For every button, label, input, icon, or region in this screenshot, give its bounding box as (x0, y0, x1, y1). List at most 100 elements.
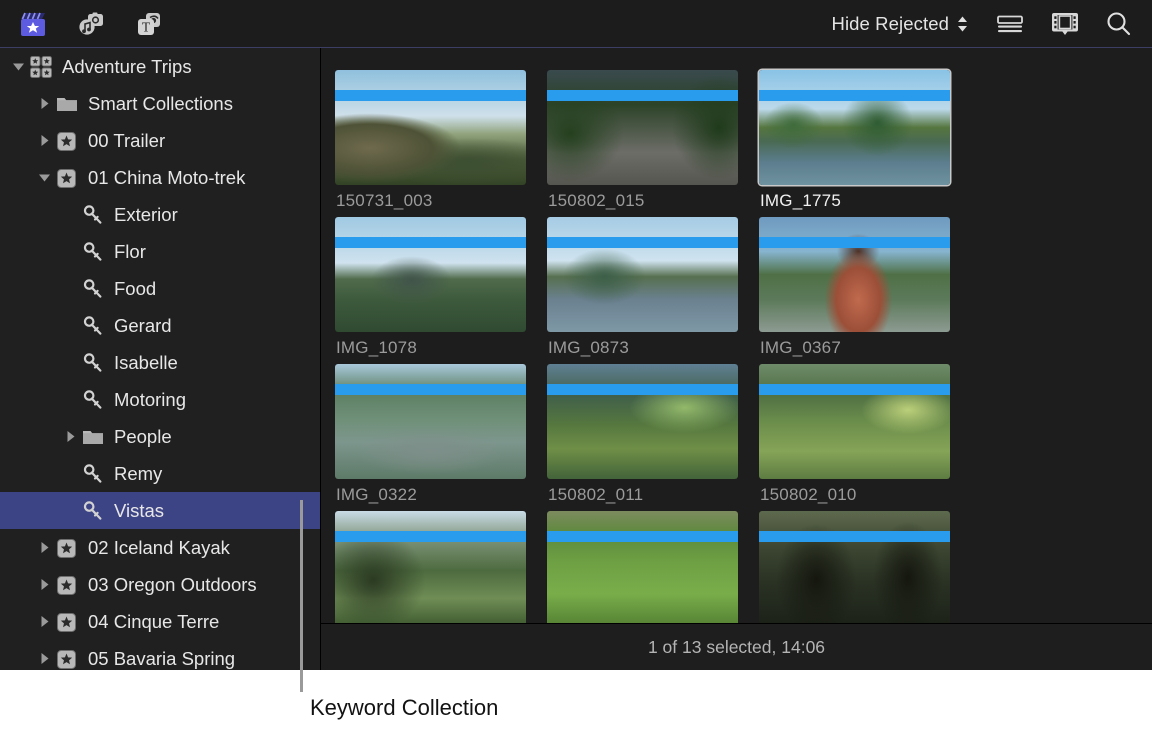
disclosure-triangle-right-icon[interactable] (34, 540, 54, 555)
clip-cell[interactable]: IMG_1775 (759, 70, 971, 217)
sidebar-item-isabelle[interactable]: Isabelle (0, 344, 320, 381)
event-star-icon (54, 648, 80, 670)
clip-name-label: IMG_1775 (760, 191, 841, 211)
sidebar-item-food[interactable]: Food (0, 270, 320, 307)
disclosure-triangle-down-icon[interactable] (8, 59, 28, 74)
sidebar-item-gerard[interactable]: Gerard (0, 307, 320, 344)
event-star-icon (54, 574, 80, 596)
toolbar-left-group: T (0, 10, 164, 38)
sidebar-item-label: Flor (106, 241, 146, 263)
sidebar-item-label: 05 Bavaria Spring (80, 648, 235, 670)
clip-thumbnail[interactable] (547, 364, 738, 479)
clip-name-label: 150731_003 (336, 191, 433, 211)
disclosure-triangle-right-icon[interactable] (34, 96, 54, 111)
keyword-icon (80, 204, 106, 226)
clip-cell[interactable]: IMG_0322 (335, 364, 547, 511)
sidebar-item-motoring[interactable]: Motoring (0, 381, 320, 418)
sidebar-item-00-trailer[interactable]: 00 Trailer (0, 122, 320, 159)
clip-cell[interactable] (335, 511, 547, 623)
keyword-range-bar (547, 531, 738, 542)
clip-thumbnail[interactable] (335, 511, 526, 623)
selection-status-text: 1 of 13 selected, 14:06 (648, 637, 825, 658)
filmstrip-grid: 150731_003 150802_015 IMG_1775 IMG_1078 IMG_… (335, 70, 971, 623)
sidebar-item-flor[interactable]: Flor (0, 233, 320, 270)
clip-cell[interactable] (759, 511, 971, 623)
clip-cell[interactable]: 150731_003 (335, 70, 547, 217)
hide-rejected-label: Hide Rejected (831, 13, 949, 35)
photos-audio-icon[interactable] (76, 10, 106, 38)
clip-thumbnail[interactable] (759, 511, 950, 623)
clip-name-label: IMG_1078 (336, 338, 417, 358)
toolbar-right-group: Hide Rejected (831, 10, 1152, 37)
callout-leader-line (300, 500, 303, 692)
sidebar-item-label: 01 China Moto-trek (80, 167, 245, 189)
clip-thumbnail[interactable] (759, 217, 950, 332)
keyword-range-bar (547, 237, 738, 248)
event-star-icon (54, 537, 80, 559)
clip-cell[interactable] (547, 511, 759, 623)
library-clapperboard-icon[interactable] (18, 10, 48, 38)
keyword-icon (80, 315, 106, 337)
sidebar-item-label: 03 Oregon Outdoors (80, 574, 257, 596)
clip-thumbnail[interactable] (335, 364, 526, 479)
clip-thumbnail[interactable] (335, 70, 526, 185)
sidebar-item-people[interactable]: People (0, 418, 320, 455)
clip-filmstrip-image (335, 511, 526, 623)
disclosure-triangle-right-icon[interactable] (34, 651, 54, 666)
sidebar-item-label: People (106, 426, 172, 448)
sidebar-item-01-china-moto-trek[interactable]: 01 China Moto-trek (0, 159, 320, 196)
sidebar-item-vistas[interactable]: Vistas (0, 492, 320, 529)
list-view-icon[interactable] (995, 13, 1025, 35)
titles-generators-icon[interactable]: T (134, 10, 164, 38)
clip-filmstrip-image (759, 511, 950, 623)
clip-name-label: 150802_015 (548, 191, 645, 211)
disclosure-triangle-down-icon[interactable] (34, 170, 54, 185)
library-icon (28, 55, 54, 79)
keyword-range-bar (759, 531, 950, 542)
clip-name-label: IMG_0873 (548, 338, 629, 358)
disclosure-triangle-right-icon[interactable] (60, 429, 80, 444)
clip-cell[interactable]: 150802_010 (759, 364, 971, 511)
keyword-range-bar (335, 531, 526, 542)
clip-cell[interactable]: IMG_1078 (335, 217, 547, 364)
clip-cell[interactable]: 150802_015 (547, 70, 759, 217)
clip-cell[interactable]: IMG_0873 (547, 217, 759, 364)
sidebar-item-exterior[interactable]: Exterior (0, 196, 320, 233)
clip-filmstrip-image (335, 364, 526, 479)
keyword-range-bar (335, 384, 526, 395)
sidebar-item-05-bavaria-spring[interactable]: 05 Bavaria Spring (0, 640, 320, 670)
clip-filmstrip-image (335, 217, 526, 332)
keyword-range-bar (759, 237, 950, 248)
keyword-icon (80, 241, 106, 263)
clip-browser: 150731_003 150802_015 IMG_1775 IMG_1078 IMG_… (321, 48, 1152, 623)
disclosure-triangle-right-icon[interactable] (34, 577, 54, 592)
sidebar-item-adventure-trips[interactable]: Adventure Trips (0, 48, 320, 85)
clip-thumbnail[interactable] (547, 70, 738, 185)
browser-status-bar: 1 of 13 selected, 14:06 (321, 623, 1152, 670)
sidebar-item-04-cinque-terre[interactable]: 04 Cinque Terre (0, 603, 320, 640)
sidebar-item-03-oregon-outdoors[interactable]: 03 Oregon Outdoors (0, 566, 320, 603)
search-icon[interactable] (1105, 10, 1132, 37)
filmstrip-view-icon[interactable] (1051, 12, 1079, 36)
clip-filmstrip-image (759, 217, 950, 332)
clip-thumbnail[interactable] (547, 217, 738, 332)
clip-thumbnail[interactable] (759, 70, 950, 185)
browser-toolbar: T Hide Rejected (0, 0, 1152, 48)
clip-cell[interactable]: IMG_0367 (759, 217, 971, 364)
clip-cell[interactable]: 150802_011 (547, 364, 759, 511)
clip-thumbnail[interactable] (335, 217, 526, 332)
clip-thumbnail[interactable] (547, 511, 738, 623)
disclosure-triangle-right-icon[interactable] (34, 133, 54, 148)
sidebar-item-label: Vistas (106, 500, 164, 522)
clip-name-label: IMG_0367 (760, 338, 841, 358)
sidebar-item-02-iceland-kayak[interactable]: 02 Iceland Kayak (0, 529, 320, 566)
chevron-updown-icon[interactable] (956, 15, 969, 33)
callout-label: Keyword Collection (310, 695, 498, 721)
sidebar-item-smart-collections[interactable]: Smart Collections (0, 85, 320, 122)
disclosure-triangle-right-icon[interactable] (34, 614, 54, 629)
clip-thumbnail[interactable] (759, 364, 950, 479)
hide-rejected-filter[interactable]: Hide Rejected (831, 13, 969, 35)
keyword-range-bar (335, 237, 526, 248)
sidebar-item-remy[interactable]: Remy (0, 455, 320, 492)
sidebar-item-label: Motoring (106, 389, 186, 411)
